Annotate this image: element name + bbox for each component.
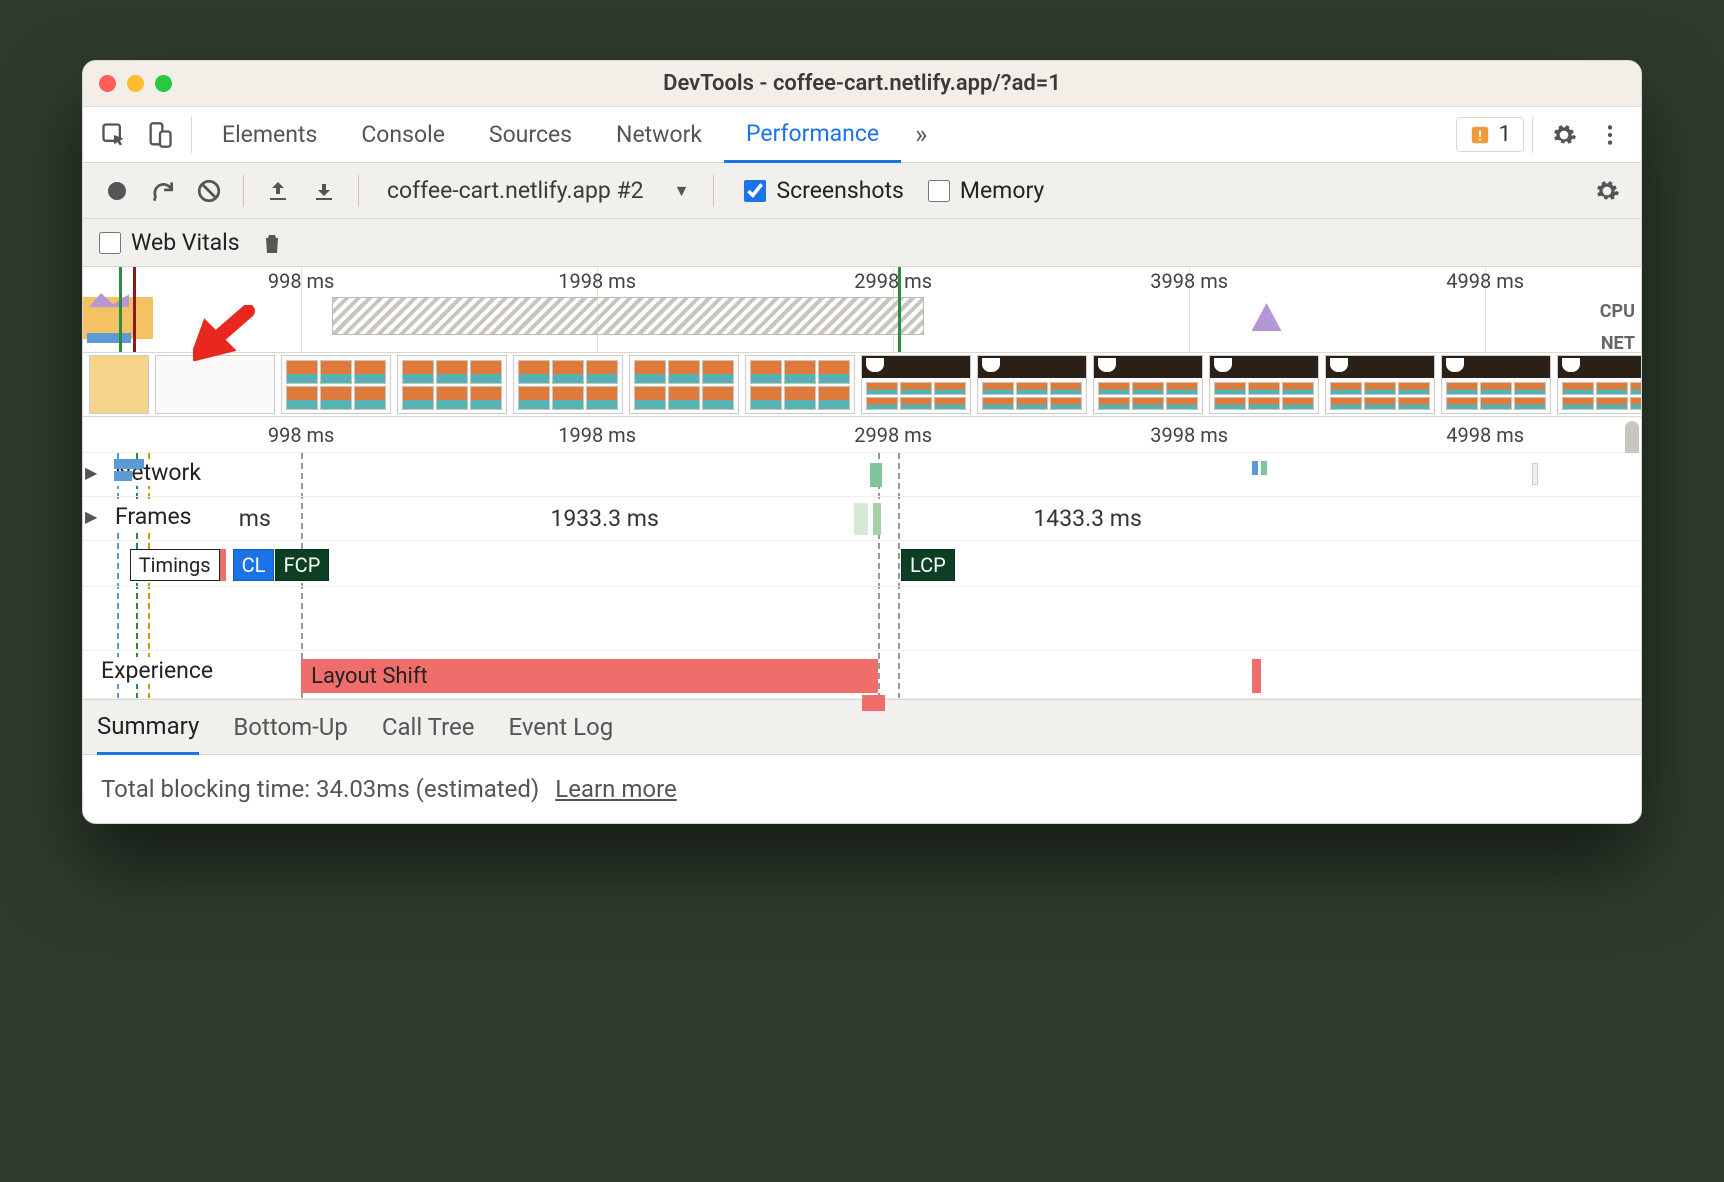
panel-tabs: Elements Console Sources Network Perform…	[83, 107, 1641, 163]
record-button[interactable]	[99, 173, 135, 209]
track-experience[interactable]: Experience Layout Shift	[83, 651, 1641, 699]
overview-cpu-label: CPU	[1600, 301, 1635, 322]
filmstrip-frame[interactable]	[1557, 355, 1641, 414]
track-timings[interactable]: Timings CL FCP LCP	[83, 541, 1641, 587]
dropdown-chevron-icon[interactable]: ▼	[666, 181, 698, 201]
issues-count: 1	[1499, 122, 1511, 147]
settings-gear-icon[interactable]	[1541, 112, 1587, 158]
web-vitals-input[interactable]	[99, 232, 121, 254]
filmstrip-frame[interactable]	[1325, 355, 1435, 414]
kebab-menu-icon[interactable]	[1587, 112, 1633, 158]
devtools-window: DevTools - coffee-cart.netlify.app/?ad=1…	[82, 60, 1642, 824]
layout-shift-bar[interactable]: Layout Shift	[301, 659, 877, 693]
tab-summary[interactable]: Summary	[97, 701, 199, 755]
filmstrip-frame[interactable]	[861, 355, 971, 414]
garbage-collect-icon[interactable]	[254, 225, 290, 261]
inspect-icon[interactable]	[91, 112, 137, 158]
reload-record-button[interactable]	[145, 173, 181, 209]
memory-input[interactable]	[928, 180, 950, 202]
expand-caret-icon[interactable]: ▶	[85, 507, 97, 526]
recording-selector[interactable]: coffee-cart.netlify.app #2	[375, 177, 656, 204]
save-profile-icon[interactable]	[306, 173, 342, 209]
issues-button[interactable]: 1	[1456, 117, 1524, 152]
annotation-arrow-icon	[193, 305, 263, 361]
tab-bottom-up[interactable]: Bottom-Up	[233, 700, 348, 754]
filmstrip-frame[interactable]	[89, 355, 149, 414]
clear-button[interactable]	[191, 173, 227, 209]
tab-network[interactable]: Network	[594, 107, 724, 162]
total-blocking-time: Total blocking time: 34.03ms (estimated)	[101, 775, 539, 803]
tab-console[interactable]: Console	[339, 107, 467, 162]
memory-checkbox[interactable]: Memory	[928, 177, 1044, 204]
tab-sources[interactable]: Sources	[467, 107, 594, 162]
performance-subbar: Web Vitals	[83, 219, 1641, 267]
device-toggle-icon[interactable]	[137, 112, 183, 158]
main-ruler[interactable]: 998 ms 1998 ms 2998 ms 3998 ms 4998 ms	[83, 417, 1641, 453]
learn-more-link[interactable]: Learn more	[555, 775, 676, 803]
screenshots-checkbox[interactable]: Screenshots	[744, 177, 903, 204]
overview-net-label: NET	[1601, 333, 1635, 354]
performance-toolbar: coffee-cart.netlify.app #2 ▼ Screenshots…	[83, 163, 1641, 219]
track-gap	[83, 587, 1641, 651]
summary-panel: Total blocking time: 34.03ms (estimated)…	[83, 755, 1641, 823]
web-vitals-checkbox[interactable]: Web Vitals	[99, 229, 240, 256]
more-tabs-icon[interactable]: »	[901, 120, 941, 150]
titlebar: DevTools - coffee-cart.netlify.app/?ad=1	[83, 61, 1641, 107]
window-title: DevTools - coffee-cart.netlify.app/?ad=1	[83, 71, 1641, 96]
filmstrip-frame[interactable]	[629, 355, 739, 414]
filmstrip-frame[interactable]	[1209, 355, 1319, 414]
filmstrip-frame[interactable]	[1093, 355, 1203, 414]
flame-chart-tracks[interactable]: ▶ Network ▶ Frames ms 1933.3 ms 1433.3 m…	[83, 453, 1641, 699]
capture-settings-icon[interactable]	[1589, 173, 1625, 209]
screenshot-filmstrip[interactable]	[83, 353, 1641, 417]
tab-event-log[interactable]: Event Log	[508, 700, 613, 754]
track-frames[interactable]: ▶ Frames ms 1933.3 ms 1433.3 ms	[83, 497, 1641, 541]
filmstrip-frame[interactable]	[281, 355, 391, 414]
tab-performance[interactable]: Performance	[724, 108, 901, 163]
tab-elements[interactable]: Elements	[200, 107, 339, 162]
filmstrip-frame[interactable]	[155, 355, 275, 414]
filmstrip-frame[interactable]	[1441, 355, 1551, 414]
tab-call-tree[interactable]: Call Tree	[382, 700, 475, 754]
filmstrip-frame[interactable]	[513, 355, 623, 414]
load-profile-icon[interactable]	[260, 173, 296, 209]
overview-timeline[interactable]: 998 ms 1998 ms 2998 ms 3998 ms 4998 ms C…	[83, 267, 1641, 353]
expand-caret-icon[interactable]: ▶	[85, 463, 97, 482]
filmstrip-frame[interactable]	[397, 355, 507, 414]
filmstrip-frame[interactable]	[977, 355, 1087, 414]
track-network[interactable]: ▶ Network	[83, 453, 1641, 497]
screenshots-input[interactable]	[744, 180, 766, 202]
filmstrip-frame[interactable]	[745, 355, 855, 414]
